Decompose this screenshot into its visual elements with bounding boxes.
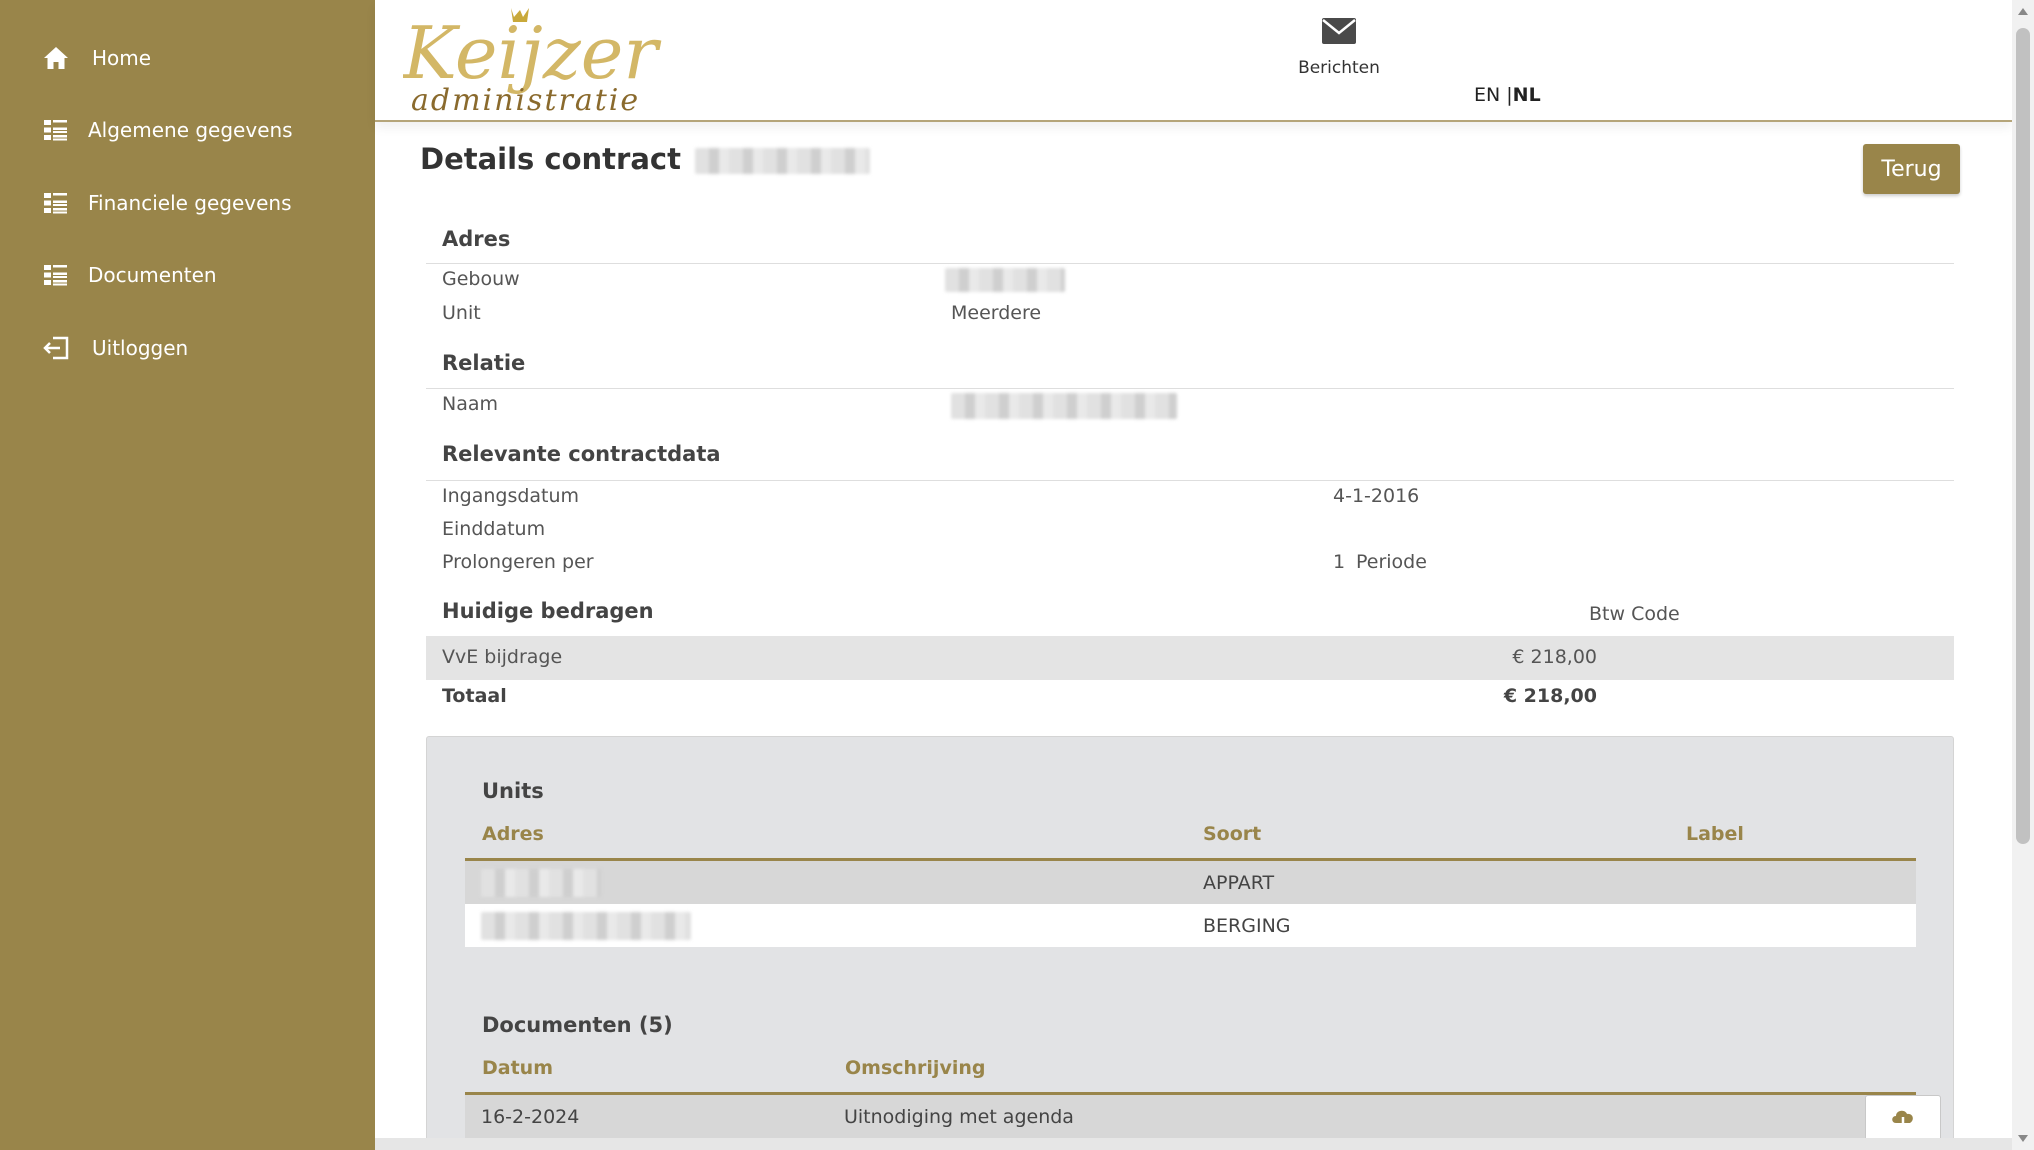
units-heading: Units [482, 779, 544, 803]
unit-address [481, 912, 691, 945]
keijzer-logo[interactable]: Keijzer administratie [401, 0, 683, 120]
page-title: Details contract [420, 142, 871, 176]
units-col-label[interactable]: Label [1686, 823, 1744, 845]
sidebar-item-documenten[interactable]: Documenten [40, 255, 217, 295]
documenten-heading: Documenten (5) [482, 1013, 673, 1037]
doc-omschrijving: Uitnodiging met agenda [844, 1106, 1074, 1128]
sidebar-item-financiele-gegevens[interactable]: Financiele gegevens [40, 183, 292, 223]
lang-nl-link[interactable]: NL [1513, 84, 1541, 106]
unit-label: Unit [442, 302, 481, 324]
list-icon [40, 187, 72, 219]
prolongeren-count: 1 [1333, 551, 1346, 573]
total-value: € 218,00 [1503, 685, 1597, 707]
unit-soort: BERGING [1203, 915, 1291, 937]
sidebar: Home Algemene gegevens Financiele gegeve… [0, 0, 375, 1150]
messages-link[interactable]: Berichten [1284, 18, 1394, 78]
ingangsdatum-label: Ingangsdatum [442, 485, 580, 507]
envelope-icon [1322, 18, 1356, 44]
divider [426, 263, 1954, 264]
docs-col-omschrijving[interactable]: Omschrijving [845, 1057, 985, 1079]
list-icon [40, 114, 72, 146]
unit-address [481, 869, 601, 902]
scroll-down-icon[interactable] [2018, 1135, 2028, 1142]
gebouw-value [945, 268, 1065, 297]
amount-row: VvE bijdrage € 218,00 [426, 636, 1954, 680]
scroll-up-icon[interactable] [2018, 8, 2028, 15]
amount-value: € 218,00 [1512, 646, 1597, 668]
scroll-thumb[interactable] [2016, 28, 2030, 844]
unit-value: Meerdere [951, 302, 1042, 324]
redacted-contract-id [695, 148, 871, 174]
units-col-adres[interactable]: Adres [482, 823, 544, 845]
bedragen-heading: Huidige bedragen [442, 599, 654, 623]
vertical-scrollbar[interactable] [2012, 0, 2034, 1150]
sidebar-item-algemene-gegevens[interactable]: Algemene gegevens [40, 110, 293, 150]
prolongeren-label: Prolongeren per [442, 551, 594, 573]
gebouw-label: Gebouw [442, 268, 520, 290]
table-row[interactable]: APPART [465, 861, 1916, 904]
sidebar-item-uitloggen[interactable]: Uitloggen [40, 328, 188, 368]
divider [426, 388, 1954, 389]
back-button[interactable]: Terug [1863, 144, 1960, 194]
cloud-download-icon [1892, 1110, 1913, 1130]
messages-label: Berichten [1298, 58, 1380, 78]
sidebar-item-label: Financiele gegevens [88, 191, 292, 215]
prolongeren-unit: Periode [1356, 551, 1427, 573]
details-card: Units Adres Soort Label APPART BERGING D… [426, 736, 1954, 1138]
main-content: Details contract Terug Adres Gebouw Unit… [375, 122, 2012, 1138]
home-icon [40, 42, 72, 74]
relatie-heading: Relatie [442, 351, 526, 375]
sidebar-item-label: Home [92, 46, 152, 70]
btw-code-header: Btw Code [1589, 603, 1680, 625]
logout-icon [40, 332, 72, 364]
sidebar-item-label: Uitloggen [92, 336, 189, 360]
naam-label: Naam [442, 393, 499, 415]
download-button[interactable] [1865, 1095, 1941, 1138]
naam-value [951, 393, 1177, 424]
table-row[interactable]: BERGING [465, 904, 1916, 947]
amount-label: VvE bijdrage [442, 646, 563, 668]
sidebar-item-label: Algemene gegevens [88, 118, 293, 142]
docs-col-datum[interactable]: Datum [482, 1057, 553, 1079]
horizontal-scrollbar[interactable] [375, 1138, 2012, 1150]
contractdata-heading: Relevante contractdata [442, 442, 721, 466]
adres-heading: Adres [442, 227, 511, 251]
total-label: Totaal [442, 685, 507, 707]
lang-en-link[interactable]: EN [1474, 84, 1500, 106]
table-row[interactable]: 16-2-2024 Uitnodiging met agenda [465, 1095, 1941, 1138]
list-icon [40, 259, 72, 291]
language-switcher: EN |NL [1474, 84, 1541, 106]
unit-soort: APPART [1203, 872, 1275, 894]
ingangsdatum-value: 4-1-2016 [1333, 485, 1420, 507]
logo-subtext: administratie [411, 83, 640, 118]
doc-datum: 16-2-2024 [481, 1106, 580, 1128]
units-col-soort[interactable]: Soort [1203, 823, 1261, 845]
top-header: Keijzer administratie Berichten EN |NL [375, 0, 2012, 122]
divider [426, 480, 1954, 481]
sidebar-item-home[interactable]: Home [40, 38, 151, 78]
sidebar-item-label: Documenten [88, 263, 217, 287]
einddatum-label: Einddatum [442, 518, 546, 540]
